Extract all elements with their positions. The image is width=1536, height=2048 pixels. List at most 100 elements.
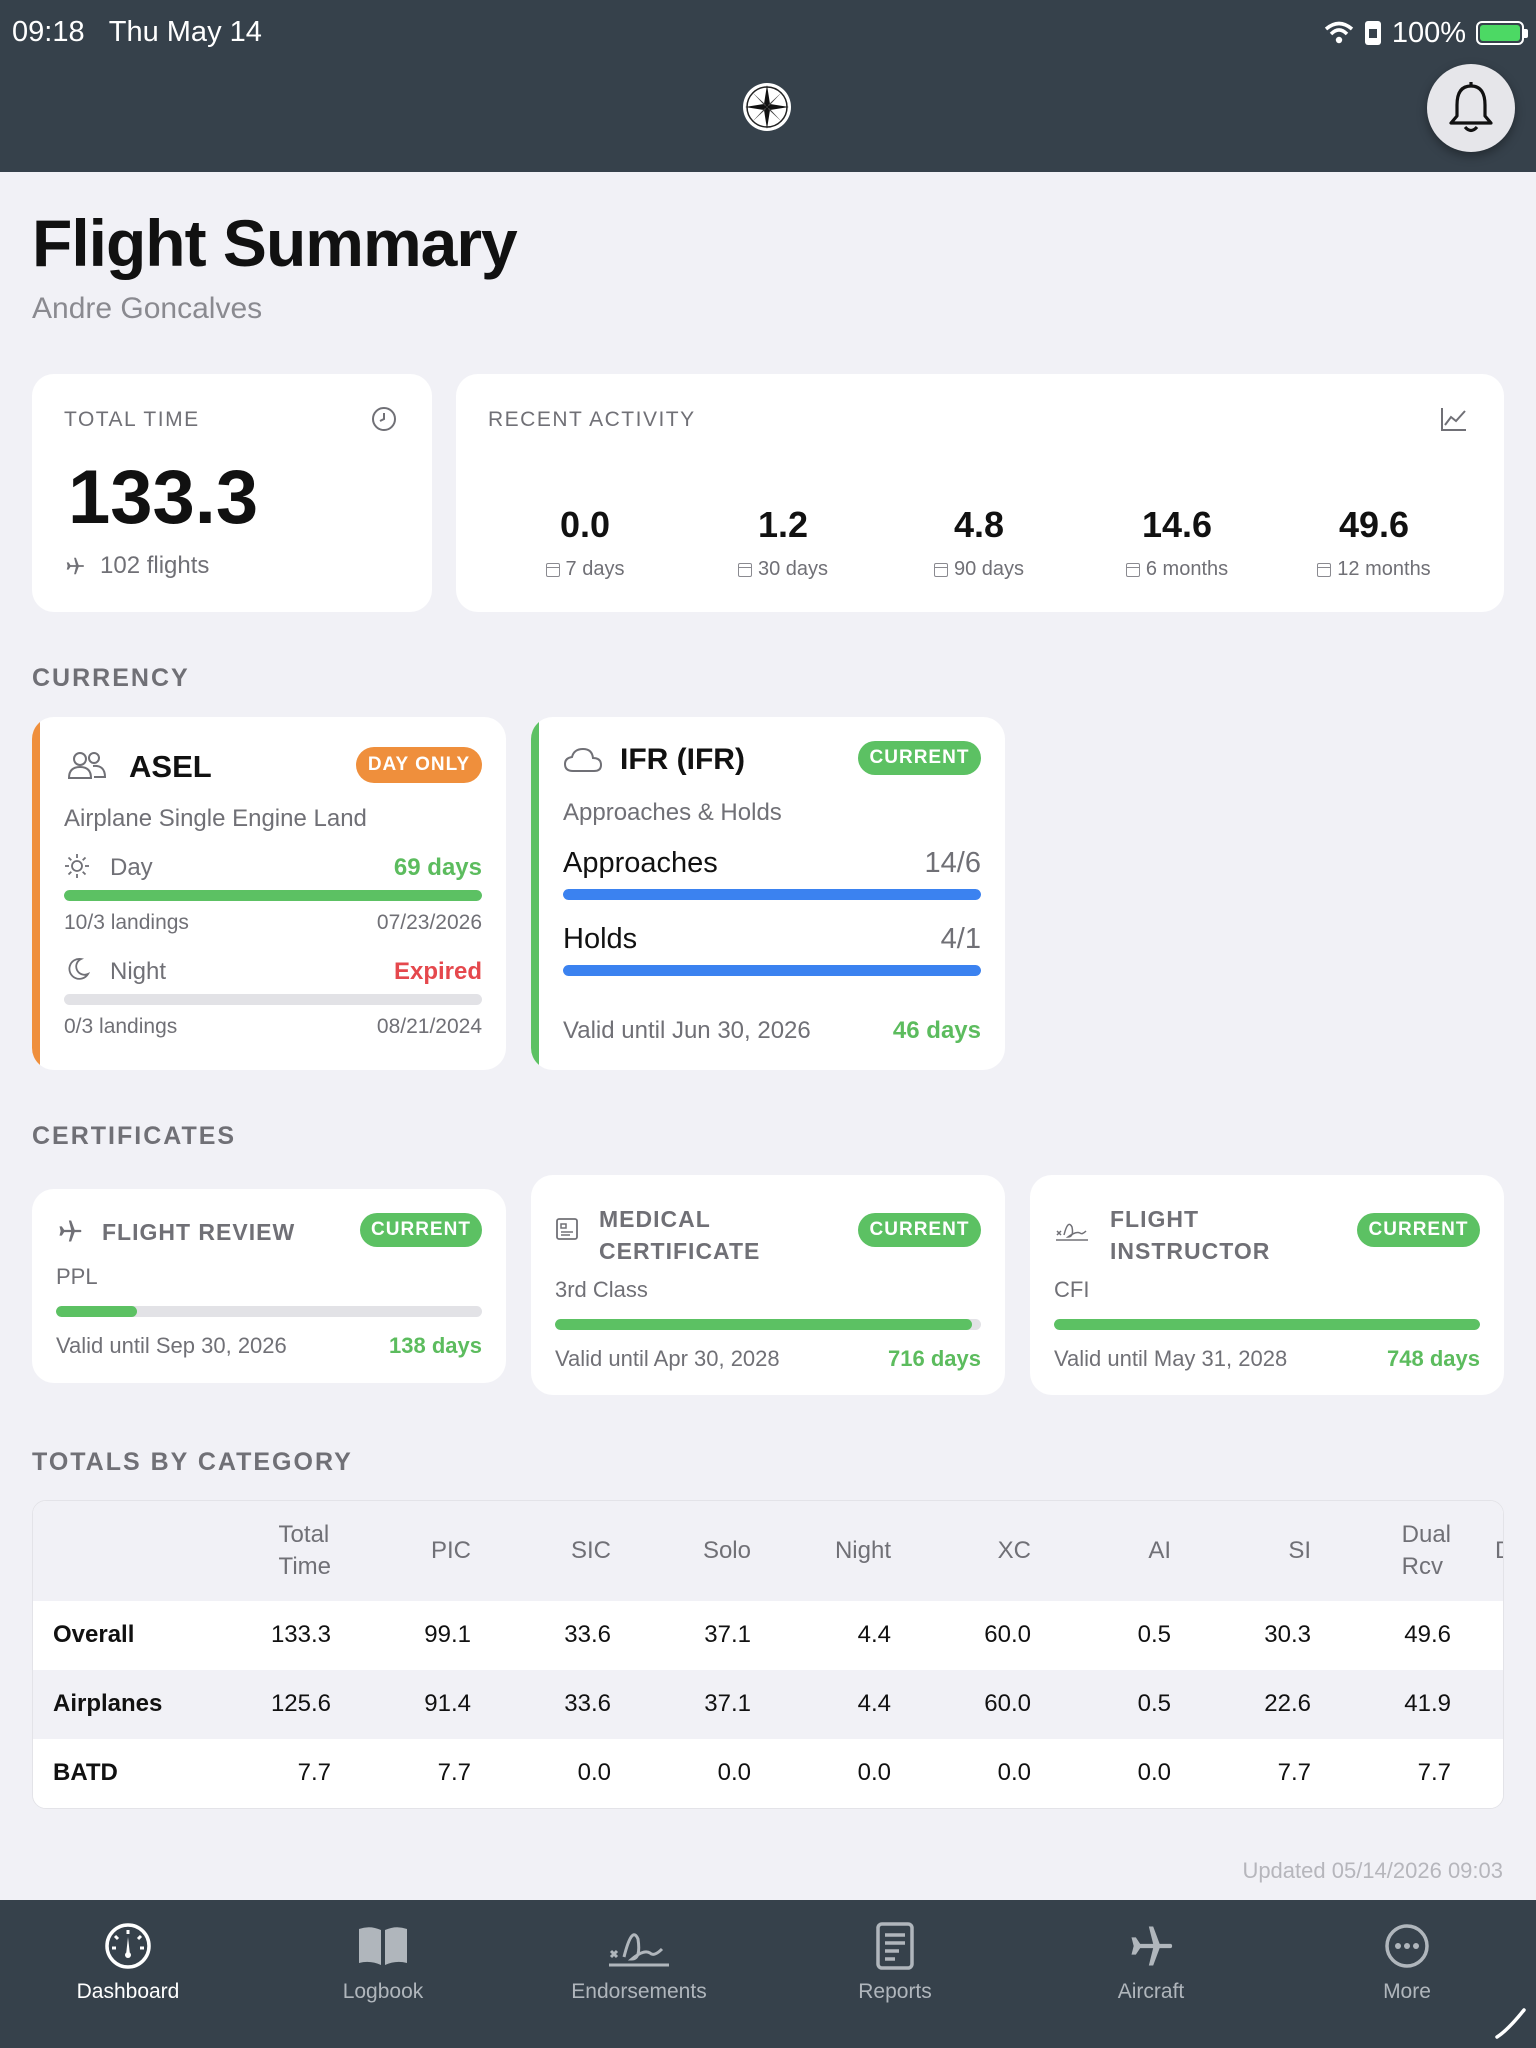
day-progress-fill bbox=[64, 890, 482, 901]
table-cell: 133.3 bbox=[270, 1621, 331, 1648]
activity-value: 1.2 bbox=[757, 504, 809, 545]
signature-icon bbox=[609, 1933, 669, 1967]
calendar-icon bbox=[933, 562, 948, 577]
medical-title: MEDICAL CERTIFICATE bbox=[599, 1203, 760, 1267]
activity-period: 30 days bbox=[757, 558, 829, 580]
activity-period: 90 days bbox=[953, 558, 1025, 580]
top-bar: 09:18 Thu May 14 100% bbox=[0, 0, 1536, 172]
airplane-icon bbox=[59, 1220, 82, 1242]
day-only-badge: DAY ONLY bbox=[356, 747, 482, 783]
flights-count-text: 102 flights bbox=[100, 552, 210, 579]
flight-review-current-badge: CURRENT bbox=[360, 1213, 482, 1247]
totals-table[interactable]: Total Time PIC SIC Solo Night XC AI SI Dual Rcv D… bbox=[32, 1500, 1504, 1809]
bell-icon bbox=[1449, 82, 1493, 133]
tab-more[interactable]: More bbox=[1307, 1918, 1507, 2004]
activity-period: 7 days bbox=[565, 558, 625, 580]
instructor-title: FLIGHT INSTRUCTOR bbox=[1110, 1203, 1270, 1267]
ifr-currency-card[interactable]: IFR (IFR) CURRENT Approaches & Holds App… bbox=[531, 717, 1005, 1070]
asel-currency-card[interactable]: ASEL DAY ONLY Airplane Single Engine Lan… bbox=[32, 717, 506, 1070]
flight-instructor-card[interactable]: FLIGHT INSTRUCTOR CURRENT CFI Valid until… bbox=[1030, 1175, 1504, 1395]
calendar-icon bbox=[1125, 562, 1140, 577]
tab-logbook-label: Logbook bbox=[342, 1980, 424, 2003]
row-category-name: BATD bbox=[53, 1759, 118, 1786]
calendar-icon bbox=[1317, 562, 1332, 577]
row-category-name: Overall bbox=[53, 1621, 135, 1648]
table-cell: 4.4 bbox=[857, 1690, 891, 1717]
tab-reports[interactable]: Reports bbox=[795, 1918, 995, 2004]
compass-logo-icon bbox=[743, 83, 791, 131]
medical-current-badge: CURRENT bbox=[858, 1213, 981, 1247]
table-header-cell[interactable]: SI bbox=[1288, 1535, 1311, 1567]
table-cell: 7.7 bbox=[1277, 1759, 1311, 1786]
asel-title: ASEL bbox=[129, 749, 212, 784]
airplane-icon bbox=[1131, 1926, 1173, 1966]
wifi-icon bbox=[1324, 21, 1353, 44]
table-header-cell[interactable]: AI bbox=[1148, 1535, 1171, 1567]
pencil-stroke-icon bbox=[1495, 2008, 1526, 2039]
airplane-icon bbox=[66, 557, 84, 575]
night-date: 08/21/2024 bbox=[376, 1015, 482, 1038]
holds-progress-fill bbox=[563, 965, 981, 976]
lock-rotation-icon bbox=[1364, 21, 1381, 45]
medical-certificate-card[interactable]: MEDICAL CERTIFICATE CURRENT 3rd Class Val… bbox=[531, 1175, 1005, 1395]
tab-dashboard[interactable]: Dashboard bbox=[28, 1918, 228, 2004]
medical-sub: 3rd Class bbox=[555, 1277, 648, 1302]
table-cell: 49.6 bbox=[1404, 1621, 1451, 1648]
flights-count: 102 flights bbox=[64, 552, 209, 580]
notifications-button[interactable] bbox=[1427, 64, 1515, 152]
total-time-value: 133.3 bbox=[68, 455, 259, 540]
holds-progress-bar bbox=[563, 965, 981, 976]
table-cell: 37.1 bbox=[704, 1690, 751, 1717]
table-cell: 91.4 bbox=[424, 1690, 471, 1717]
ifr-days-remaining: 46 days bbox=[892, 1017, 981, 1044]
tab-endorsements-label: Endorsements bbox=[571, 1980, 707, 2003]
table-header-cell[interactable]: PIC bbox=[431, 1535, 471, 1567]
chart-trend-icon bbox=[1441, 408, 1466, 431]
flight-review-title: FLIGHT REVIEW bbox=[102, 1219, 296, 1245]
tab-aircraft[interactable]: Aircraft bbox=[1051, 1918, 1251, 2004]
table-cell: 0.0 bbox=[577, 1759, 611, 1786]
certificates-section-label: CERTIFICATES bbox=[32, 1122, 237, 1150]
flight-review-days: 138 days bbox=[389, 1333, 482, 1358]
calendar-icon bbox=[545, 562, 560, 577]
table-cell: 22.6 bbox=[1264, 1690, 1311, 1717]
tab-endorsements[interactable]: Endorsements bbox=[539, 1918, 739, 2004]
tab-logbook[interactable]: Logbook bbox=[283, 1918, 483, 2004]
table-cell: 33.6 bbox=[564, 1690, 611, 1717]
ifr-current-badge: CURRENT bbox=[858, 741, 981, 775]
medical-title-line1: MEDICAL bbox=[599, 1206, 711, 1232]
table-header-cell[interactable]: D bbox=[1495, 1535, 1503, 1567]
table-cell: 60.0 bbox=[984, 1690, 1031, 1717]
table-cell: 4.4 bbox=[857, 1621, 891, 1648]
table-cell: 33.6 bbox=[564, 1621, 611, 1648]
activity-period: 6 months bbox=[1145, 558, 1229, 580]
table-cell: 7.7 bbox=[1417, 1759, 1451, 1786]
table-header-cell[interactable]: SIC bbox=[571, 1535, 611, 1567]
table-header-cell[interactable]: Dual Rcv bbox=[1402, 1519, 1451, 1583]
table-header-cell[interactable]: Night bbox=[835, 1535, 891, 1567]
ifr-title: IFR (IFR) bbox=[620, 743, 745, 776]
table-header-cell[interactable]: Total Time bbox=[279, 1519, 331, 1583]
table-header-cell[interactable]: Solo bbox=[703, 1535, 751, 1567]
recent-activity-card: RECENT ACTIVITY 0.0 7 days 1.2 30 days 4.8… bbox=[456, 374, 1504, 612]
tab-reports-label: Reports bbox=[858, 1980, 932, 2003]
approaches-label: Approaches bbox=[563, 847, 718, 879]
day-date: 07/23/2026 bbox=[376, 911, 482, 934]
instructor-current-badge: CURRENT bbox=[1357, 1213, 1480, 1247]
instructor-title-line1: FLIGHT bbox=[1110, 1206, 1200, 1232]
tab-dashboard-label: Dashboard bbox=[76, 1980, 180, 2003]
card-accent bbox=[32, 717, 40, 1070]
battery-icon bbox=[1476, 21, 1528, 45]
card-accent bbox=[531, 717, 539, 1070]
flight-review-card[interactable]: FLIGHT REVIEW CURRENT PPL Valid until Se… bbox=[32, 1189, 506, 1383]
table-cell: 41.9 bbox=[1404, 1690, 1451, 1717]
night-status: Expired bbox=[393, 958, 482, 985]
ifr-valid-until: Valid until Jun 30, 2026 bbox=[563, 1017, 811, 1044]
table-cell: 0.0 bbox=[717, 1759, 751, 1786]
status-date: Thu May 14 bbox=[108, 16, 262, 48]
table-cell: 60.0 bbox=[984, 1621, 1031, 1648]
table-header-cell[interactable]: XC bbox=[998, 1535, 1031, 1567]
instructor-valid: Valid until May 31, 2028 bbox=[1054, 1346, 1288, 1371]
activity-value: 4.8 bbox=[953, 504, 1005, 545]
day-progress-bar bbox=[64, 890, 482, 901]
